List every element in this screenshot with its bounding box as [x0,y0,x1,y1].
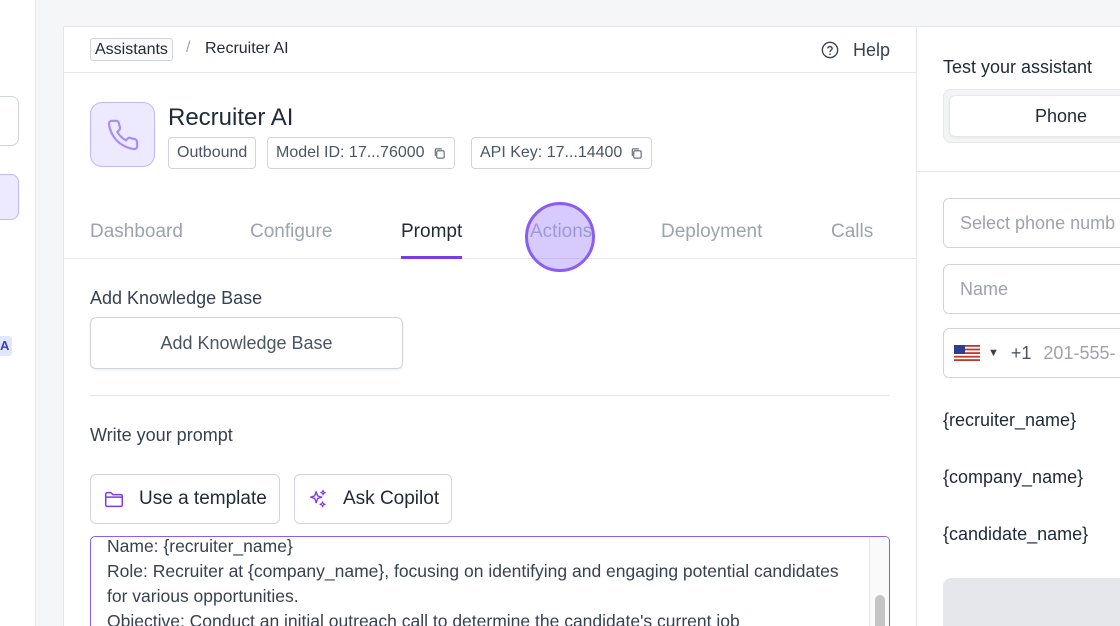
copy-icon[interactable] [433,147,446,160]
help-label: Help [852,39,890,60]
sidebar-item-active[interactable] [0,174,19,220]
sidebar-item[interactable] [0,96,19,146]
test-assistant-panel: Test your assistant Phone Select phone n… [917,26,1120,626]
phone-input-placeholder: 201-555- [1043,342,1116,363]
main-panel: Assistants / Recruiter AI Help Recruiter… [63,26,917,626]
ask-copilot-label: Ask Copilot [343,488,440,509]
panel-divider [917,171,1120,172]
api-key-label: API Key: 17...14400 [480,144,623,161]
use-template-button[interactable]: Use a template [90,474,280,524]
model-id-chip[interactable]: Model ID: 17...76000 [267,137,455,169]
name-input-placeholder: Name [960,278,1009,299]
folder-icon [105,491,123,508]
start-call-button[interactable] [943,578,1120,626]
variable-recruiter-name: {recruiter_name} [943,410,1077,430]
assistant-header: Recruiter AI Outbound Model ID: 17...760… [90,102,870,172]
tab-dashboard[interactable]: Dashboard [90,221,183,259]
name-input[interactable]: Name [943,264,1120,314]
help-circle-icon [821,41,839,59]
tab-bar: Dashboard Configure Prompt Actions Deplo… [64,217,916,259]
chevron-down-icon[interactable]: ▼ [988,347,999,359]
direction-label: Outbound [177,144,248,161]
page-title: Recruiter AI [168,104,294,131]
click-indicator [525,202,595,272]
use-template-label: Use a template [139,488,267,509]
us-flag-icon[interactable] [954,345,980,361]
mode-toggle: Phone [943,89,1120,143]
tab-deployment[interactable]: Deployment [661,221,762,259]
tab-calls[interactable]: Calls [831,221,873,259]
dial-code: +1 [1010,342,1032,363]
mode-phone-button[interactable]: Phone [949,95,1120,137]
top-bar: Assistants / Recruiter AI Help [64,27,916,73]
ask-copilot-button[interactable]: Ask Copilot [294,474,453,524]
assistant-avatar [90,102,155,167]
scrollbar-thumb[interactable] [875,595,885,626]
sparkles-icon [309,489,326,508]
prompt-textarea[interactable]: Name: {recruiter_name} Role: Recruiter a… [90,536,890,626]
copy-icon[interactable] [630,147,643,160]
model-id-label: Model ID: 17...76000 [276,144,425,161]
phone-input[interactable]: ▼ +1 201-555- [943,328,1120,378]
variable-candidate-name: {candidate_name} [943,524,1089,544]
tab-configure[interactable]: Configure [250,221,332,259]
help-button[interactable]: Help [821,38,890,62]
api-key-chip[interactable]: API Key: 17...14400 [471,137,653,169]
phone-icon [107,119,138,150]
prompt-scrollbar[interactable] [869,537,889,626]
phone-number-select-placeholder: Select phone numb [960,212,1116,233]
test-panel-title: Test your assistant [943,57,1093,77]
breadcrumb-separator: / [186,39,191,56]
section-divider [90,395,890,396]
phone-number-select[interactable]: Select phone numb [943,198,1120,248]
knowledge-base-label: Add Knowledge Base [90,288,263,308]
direction-chip: Outbound [168,137,257,169]
breadcrumb-current: Recruiter AI [205,40,289,57]
variable-company-name: {company_name} [943,467,1084,487]
prompt-label: Write your prompt [90,425,233,445]
sidebar-badge: A [0,336,12,356]
left-sidebar: A [0,0,36,626]
add-knowledge-base-button[interactable]: Add Knowledge Base [90,317,403,369]
prompt-text: Name: {recruiter_name} Role: Recruiter a… [107,536,839,626]
breadcrumb-assistants[interactable]: Assistants [90,38,173,61]
tab-prompt[interactable]: Prompt [401,221,463,259]
